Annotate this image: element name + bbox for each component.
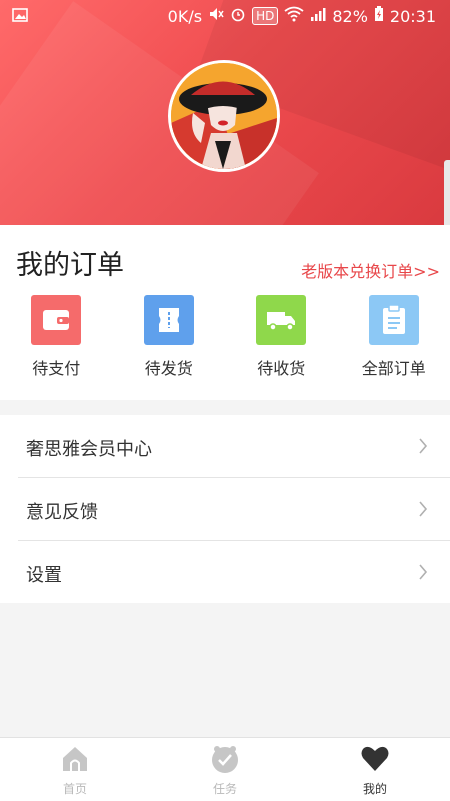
ticket-icon [144, 295, 194, 345]
menu-item-feedback[interactable]: 意见反馈 [18, 478, 450, 541]
home-icon [60, 744, 90, 778]
mute-icon [208, 6, 224, 26]
order-item-label: 待收货 [257, 355, 305, 379]
gallery-notification-icon [12, 7, 28, 27]
menu-item-label: 设置 [26, 561, 62, 587]
battery-icon [374, 6, 384, 26]
wifi-icon [284, 6, 304, 26]
tab-label: 我的 [363, 780, 387, 797]
truck-icon [256, 295, 306, 345]
status-bar: 0K/s HD 82% 20:31 [0, 0, 450, 32]
menu-item-label: 奢思雅会员中心 [26, 435, 152, 461]
signal-icon [310, 6, 326, 26]
clock-time: 20:31 [390, 7, 436, 26]
alarm-icon [230, 6, 246, 26]
chevron-right-icon [418, 437, 428, 459]
order-item-label: 待发货 [145, 355, 193, 379]
chevron-right-icon [418, 500, 428, 522]
battery-percent: 82% [332, 7, 368, 26]
old-version-orders-link[interactable]: 老版本兑换订单>> [301, 258, 440, 282]
chevron-right-icon [418, 563, 428, 585]
tab-home[interactable]: 首页 [0, 738, 150, 801]
orders-title: 我的订单 [16, 243, 124, 282]
order-pending-shipment[interactable]: 待发货 [113, 295, 226, 379]
profile-header: 0K/s HD 82% 20:31 [0, 0, 450, 225]
heart-icon [360, 744, 390, 778]
order-pending-payment[interactable]: 待支付 [0, 295, 113, 379]
my-orders-section: 我的订单 老版本兑换订单>> 待支付 待发货 待收货 全部订单 [0, 225, 450, 400]
order-item-label: 待支付 [32, 355, 80, 379]
bottom-tab-bar: 首页 任务 我的 [0, 737, 450, 801]
network-speed: 0K/s [168, 7, 202, 26]
menu-item-settings[interactable]: 设置 [18, 541, 450, 603]
menu-item-member-center[interactable]: 奢思雅会员中心 [18, 415, 450, 478]
hd-badge: HD [252, 7, 278, 25]
order-all[interactable]: 全部订单 [338, 295, 450, 379]
order-pending-receipt[interactable]: 待收货 [225, 295, 338, 379]
menu-item-label: 意见反馈 [26, 498, 98, 524]
tab-tasks[interactable]: 任务 [150, 738, 300, 801]
tab-label: 任务 [213, 780, 237, 797]
order-item-label: 全部订单 [362, 355, 426, 379]
tab-mine[interactable]: 我的 [300, 738, 450, 801]
task-check-icon [210, 744, 240, 778]
user-avatar[interactable] [168, 60, 280, 172]
settings-menu: 奢思雅会员中心 意见反馈 设置 [0, 415, 450, 603]
tab-label: 首页 [63, 780, 87, 797]
wallet-icon [31, 295, 81, 345]
clipboard-icon [369, 295, 419, 345]
